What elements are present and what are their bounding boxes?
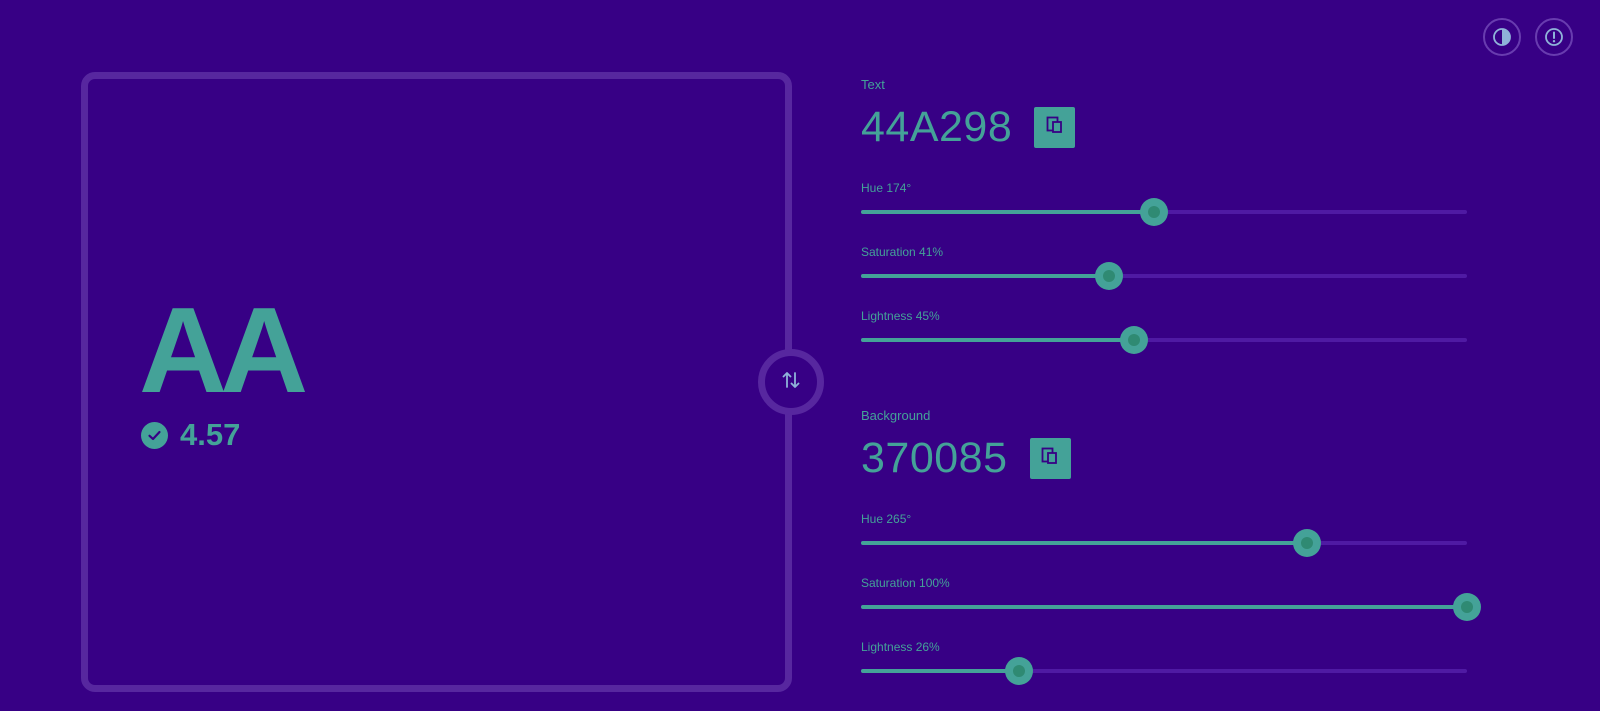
slider-thumb[interactable] (1293, 529, 1322, 557)
swap-colors-button[interactable] (758, 349, 824, 415)
slider-fill (861, 541, 1308, 545)
background-lightness-label: Lightness 26% (861, 640, 940, 654)
text-section-label: Text (861, 77, 885, 92)
background-hue-label: Hue 265° (861, 512, 912, 526)
slider-fill (861, 210, 1154, 214)
info-button[interactable] (1535, 18, 1573, 56)
text-saturation-label: Saturation 41% (861, 245, 944, 259)
text-hue-slider: Hue 174° (861, 181, 1467, 226)
contrast-ratio: 4.57 (141, 417, 240, 453)
slider-thumb[interactable] (1139, 198, 1168, 226)
ratio-value: 4.57 (180, 417, 241, 452)
background-saturation-label: Saturation 100% (861, 576, 950, 590)
slider-fill (861, 274, 1110, 278)
text-hue-label: Hue 174° (861, 181, 912, 195)
slider-fill (861, 669, 1019, 673)
text-hex-value[interactable]: 44A298 (861, 106, 1012, 149)
contrast-toggle-button[interactable] (1483, 18, 1521, 56)
copy-icon (1045, 115, 1065, 140)
background-hex-value[interactable]: 370085 (861, 437, 1008, 480)
check-circle-icon (141, 421, 168, 449)
slider-thumb[interactable] (1095, 262, 1124, 290)
background-section-label: Background (861, 408, 931, 423)
slider-track[interactable] (861, 657, 1467, 685)
top-toolbar (1483, 18, 1573, 56)
slider-fill (861, 605, 1467, 609)
background-lightness-slider: Lightness 26% (861, 640, 1467, 685)
background-hex-row: 370085 (861, 437, 1071, 480)
slider-track[interactable] (861, 262, 1467, 290)
text-saturation-slider: Saturation 41% (861, 245, 1467, 290)
background-saturation-slider: Saturation 100% (861, 576, 1481, 621)
background-copy-button[interactable] (1029, 438, 1071, 479)
slider-fill (861, 338, 1134, 342)
contrast-icon (1492, 27, 1512, 47)
slider-thumb[interactable] (1453, 593, 1481, 621)
copy-icon (1040, 446, 1060, 471)
info-icon (1544, 27, 1564, 47)
slider-thumb[interactable] (1119, 326, 1148, 354)
slider-thumb[interactable] (1004, 657, 1033, 685)
text-lightness-label: Lightness 45% (861, 309, 940, 323)
slider-track[interactable] (861, 198, 1467, 226)
slider-track[interactable] (861, 529, 1467, 557)
slider-track[interactable] (861, 326, 1467, 354)
text-lightness-slider: Lightness 45% (861, 309, 1467, 354)
text-hex-row: 44A298 (861, 106, 1076, 149)
slider-track[interactable] (861, 593, 1481, 621)
background-hue-slider: Hue 265° (861, 512, 1467, 557)
sample-text: AA (139, 282, 308, 418)
text-copy-button[interactable] (1034, 107, 1076, 148)
swap-vertical-icon (780, 369, 802, 396)
preview-card: AA 4.57 (81, 72, 792, 692)
